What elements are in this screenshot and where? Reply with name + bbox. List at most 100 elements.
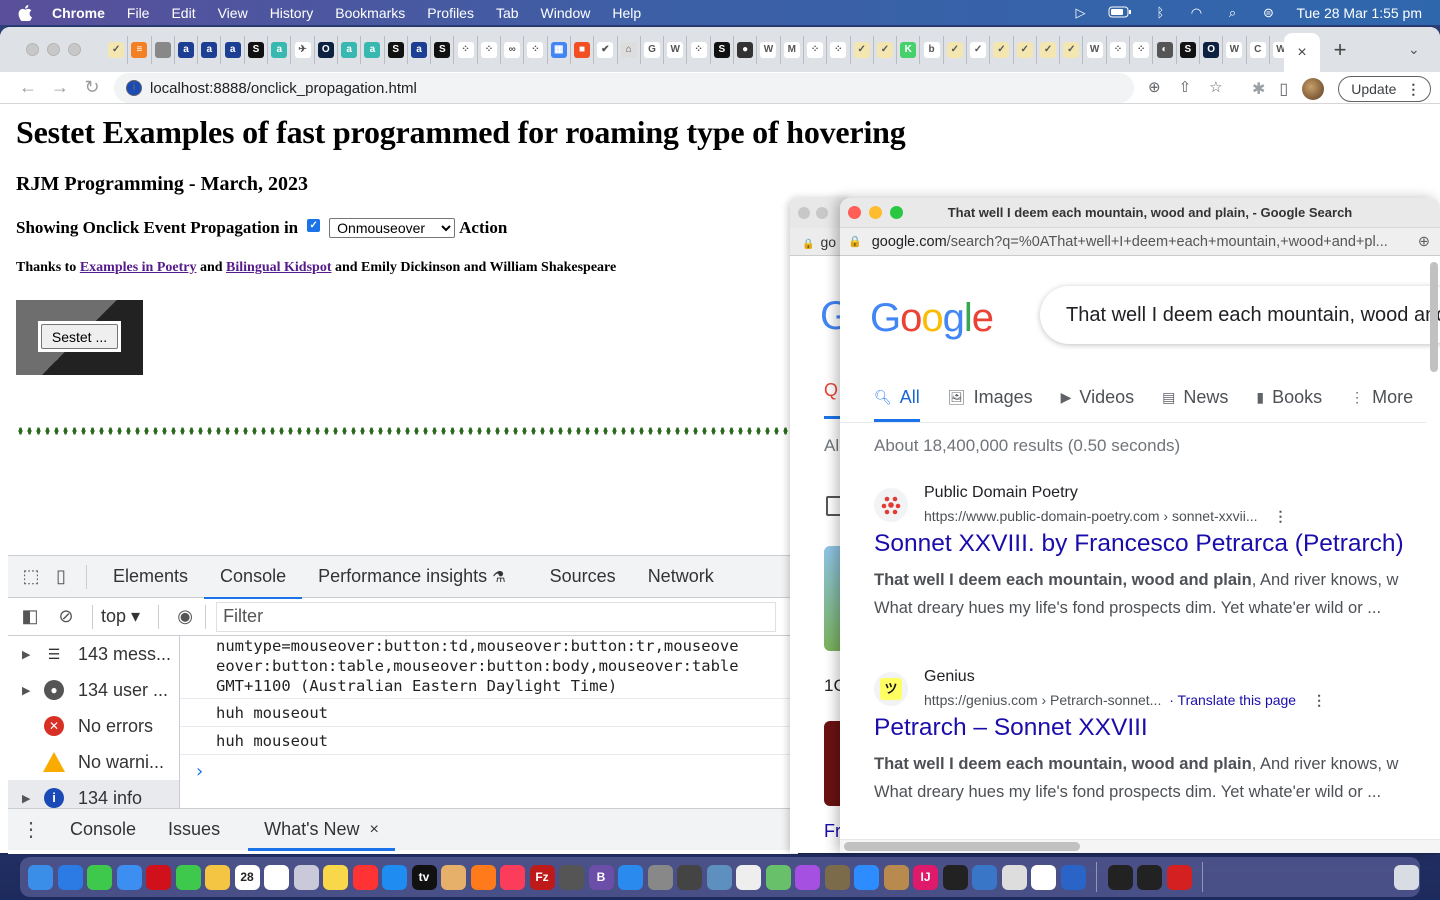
podcasts-dock-icon[interactable]: [795, 864, 820, 890]
pinned-tab[interactable]: S: [711, 35, 735, 64]
sestet-button[interactable]: Sestet ...: [41, 324, 118, 349]
clear-console-icon[interactable]: ⊘: [48, 606, 84, 627]
system-preferences-dock-icon[interactable]: [647, 864, 673, 890]
pinned-tab[interactable]: W: [664, 35, 688, 64]
filezilla-dock-icon[interactable]: Fz: [529, 864, 555, 890]
finder-dock-icon[interactable]: [28, 864, 53, 890]
calculator-dock-icon[interactable]: [559, 864, 584, 890]
expand-triangle-icon[interactable]: ▶: [22, 648, 34, 661]
terminal-window-dock-icon[interactable]: [1107, 864, 1133, 890]
notes-dock-icon[interactable]: [323, 864, 348, 890]
zoom-icon[interactable]: ⊕: [1148, 78, 1161, 96]
pinned-tab[interactable]: K: [897, 35, 921, 64]
bbedit-dock-icon[interactable]: B: [588, 864, 614, 890]
pinned-tab[interactable]: G: [641, 35, 665, 64]
pinned-tab[interactable]: O: [1200, 35, 1224, 64]
side-panel-icon[interactable]: ▯: [1279, 79, 1288, 99]
action-select[interactable]: Onmouseover: [329, 218, 456, 238]
pinned-tab[interactable]: O: [315, 35, 338, 64]
launchpad-dock-icon[interactable]: [293, 864, 319, 890]
gimp-dock-icon[interactable]: [824, 864, 850, 890]
menu-app-name[interactable]: Chrome: [52, 5, 105, 21]
battery-icon[interactable]: [1108, 6, 1132, 20]
sidebar-item-warnings[interactable]: No warni...: [8, 744, 179, 780]
search-tab-books[interactable]: ▮ Books: [1256, 382, 1322, 412]
pinned-tab[interactable]: ✓: [967, 35, 991, 64]
kebab-menu-icon[interactable]: ⋮: [1406, 81, 1420, 98]
examples-in-poetry-link[interactable]: Examples in Poetry: [80, 260, 197, 275]
pinned-tab[interactable]: a: [221, 35, 245, 64]
translate-link[interactable]: · Translate this page: [1169, 692, 1296, 708]
opera-dock-icon[interactable]: [146, 864, 171, 890]
back-button[interactable]: ←: [12, 77, 44, 98]
pinned-tab[interactable]: ⁘: [827, 35, 851, 64]
pinned-tab[interactable]: ⌂: [618, 35, 641, 64]
news-dock-icon[interactable]: [352, 864, 378, 890]
inkscape-dock-icon[interactable]: [1031, 864, 1056, 890]
pinned-tab[interactable]: ■: [571, 35, 595, 64]
terminal-dock-icon[interactable]: [942, 864, 968, 890]
pinned-tab[interactable]: ⁘: [687, 35, 711, 64]
devtools-tab-network[interactable]: Network: [632, 556, 730, 598]
tab-search-chevron-icon[interactable]: ⌄: [1408, 41, 1420, 58]
pinned-tab[interactable]: ✓: [851, 35, 874, 64]
preview-dock-icon[interactable]: [706, 864, 732, 890]
pinned-tab[interactable]: S: [1177, 35, 1200, 64]
messages-dock-icon[interactable]: [87, 864, 112, 890]
pinned-tab[interactable]: S: [385, 35, 408, 64]
menu-file[interactable]: File: [127, 5, 150, 21]
firefox-dock-icon[interactable]: [470, 864, 496, 890]
photo-booth-dock-icon[interactable]: [1166, 864, 1192, 890]
app-store-dock-icon[interactable]: [382, 864, 407, 890]
calendar-dock-icon[interactable]: 28: [234, 864, 260, 890]
propagation-checkbox[interactable]: ✓: [307, 218, 321, 232]
search-tab-all[interactable]: 🔍︎ All: [874, 382, 920, 422]
trash-dock-icon[interactable]: [1393, 864, 1419, 890]
drawer-tab-console[interactable]: Console: [54, 809, 152, 851]
pinned-tab[interactable]: a: [175, 35, 199, 64]
drawer-menu-icon[interactable]: ⋮: [8, 817, 54, 842]
pinned-tab[interactable]: [152, 35, 175, 64]
pinned-tab[interactable]: ✓: [105, 35, 129, 64]
pinned-tab[interactable]: S: [431, 35, 455, 64]
share-icon[interactable]: ⇧: [1179, 78, 1192, 96]
pinned-tab[interactable]: ◐: [1153, 35, 1177, 64]
menu-help[interactable]: Help: [612, 5, 641, 21]
result-more-options-icon[interactable]: ⋮: [1274, 508, 1288, 525]
pinned-tab[interactable]: ⁘: [1130, 35, 1154, 64]
apple-tv-dock-icon[interactable]: tv: [411, 864, 437, 890]
music-dock-icon[interactable]: [500, 864, 525, 890]
drawer-tab-issues[interactable]: Issues: [152, 809, 236, 851]
pinned-tab[interactable]: b: [920, 35, 944, 64]
zoom-window-button[interactable]: [68, 43, 81, 56]
active-tab[interactable]: ×: [1284, 33, 1320, 72]
menu-edit[interactable]: Edit: [171, 5, 195, 21]
popup-url-bar[interactable]: 🔒 google.com/search?q=%0AThat+well+I+dee…: [840, 228, 1440, 256]
menu-bookmarks[interactable]: Bookmarks: [335, 5, 405, 21]
pinned-tab[interactable]: ▦: [548, 35, 571, 64]
bluetooth-icon[interactable]: ᛒ: [1152, 5, 1168, 20]
pinned-tab[interactable]: C: [1247, 35, 1270, 64]
menu-tab[interactable]: Tab: [496, 5, 519, 21]
control-center-icon[interactable]: ⊜: [1260, 5, 1276, 20]
google-search-input[interactable]: That well I deem each mountain, wood and…: [1040, 286, 1440, 344]
pinned-tab[interactable]: W: [1223, 35, 1247, 64]
pinned-tab[interactable]: ✈: [291, 35, 315, 64]
devtools-tab-sources[interactable]: Sources: [534, 556, 632, 598]
pinned-tab[interactable]: ⁘: [478, 35, 502, 64]
chrome-dock-icon[interactable]: [1001, 864, 1027, 890]
close-window-button[interactable]: [798, 207, 810, 219]
pinned-tab[interactable]: ✓: [1037, 35, 1061, 64]
bilingual-kidspot-link[interactable]: Bilingual Kidspot: [226, 260, 331, 275]
pinned-tab[interactable]: ✓: [1060, 35, 1084, 64]
pinned-tab[interactable]: S: [245, 35, 269, 64]
popup-horizontal-scrollbar[interactable]: [844, 842, 1080, 851]
safari-dock-icon[interactable]: [57, 864, 83, 890]
pinned-tab[interactable]: ✓: [944, 35, 967, 64]
extensions-puzzle-icon[interactable]: ✱: [1252, 79, 1265, 99]
bookmark-star-icon[interactable]: ☆: [1209, 78, 1222, 96]
site-info-icon[interactable]: i: [126, 80, 142, 96]
search-tab-images[interactable]: 🖼︎ Images: [948, 382, 1033, 412]
result-title-link[interactable]: Petrarch – Sonnet XXVIII: [874, 714, 1148, 742]
drawer-tab-whats-new[interactable]: What's New ×: [248, 809, 395, 851]
